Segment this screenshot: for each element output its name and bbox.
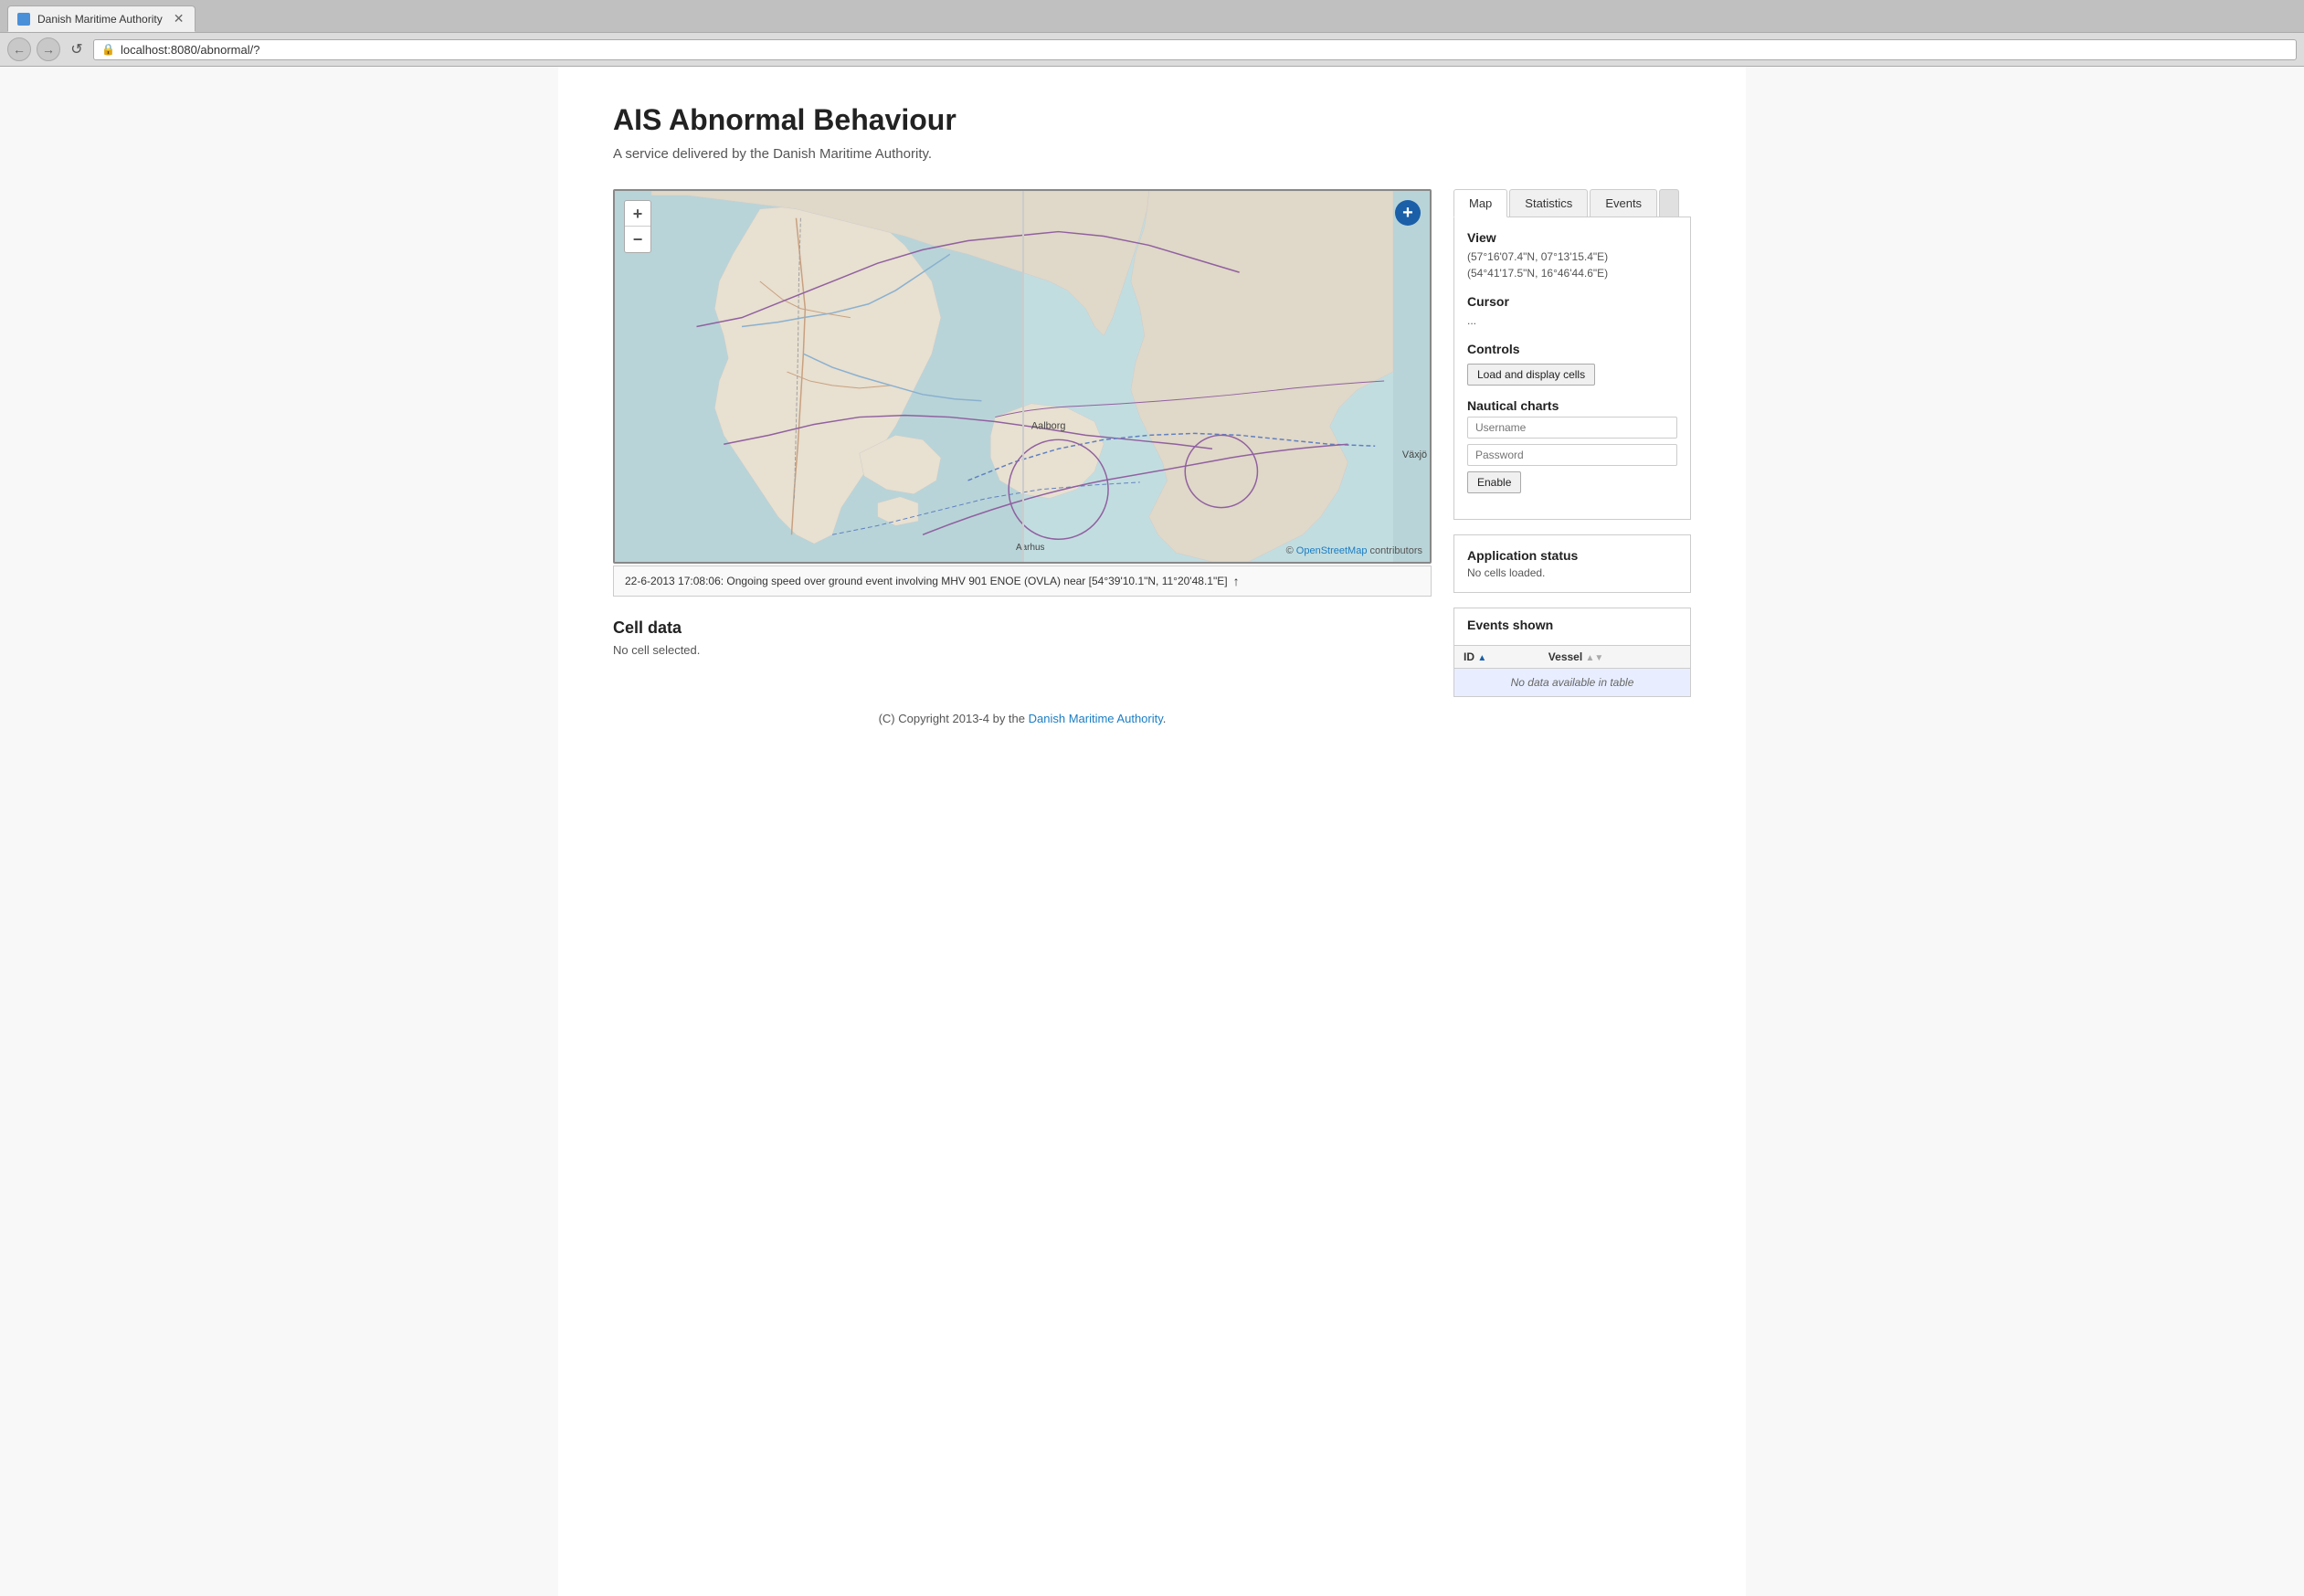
events-shown-title: Events shown — [1467, 618, 1677, 632]
panel-body: View (57°16'07.4"N, 07°13'15.4"E) (54°41… — [1453, 217, 1691, 520]
zoom-in-button[interactable]: + — [625, 201, 650, 227]
events-table: ID ▲ Vessel ▲▼ No dat — [1454, 645, 1690, 696]
page-footer: (C) Copyright 2013-4 by the Danish Marit… — [613, 712, 1432, 725]
tab-favicon — [17, 13, 30, 26]
zoom-out-button[interactable]: − — [625, 227, 650, 252]
right-panel: Map Statistics Events View (57°16'07.4"N… — [1453, 189, 1691, 697]
controls-title: Controls — [1467, 342, 1677, 356]
page-title: AIS Abnormal Behaviour — [613, 103, 1691, 137]
map-attribution: © OpenStreetMap contributors — [1286, 545, 1422, 556]
map-divider — [1022, 191, 1024, 562]
nautical-charts-title: Nautical charts — [1467, 398, 1677, 413]
no-data-cell: No data available in table — [1454, 669, 1690, 697]
map-zoom-controls[interactable]: + − — [624, 200, 651, 253]
cell-data-value: No cell selected. — [613, 643, 1432, 657]
sort-asc-icon: ▲ — [1477, 653, 1486, 663]
browser-tab[interactable]: Danish Maritime Authority ✕ — [7, 5, 196, 32]
tab-map[interactable]: Map — [1453, 189, 1507, 217]
controls-section: Controls Load and display cells — [1467, 342, 1677, 386]
sort-vessel-icon: ▲▼ — [1586, 653, 1604, 663]
browser-toolbar: ← → ↺ 🔒 localhost:8080/abnormal/? — [0, 32, 2304, 66]
footer-link[interactable]: Danish Maritime Authority — [1029, 712, 1163, 725]
address-bar[interactable]: 🔒 localhost:8080/abnormal/? — [93, 39, 2297, 60]
events-shown-section: Events shown ID ▲ Vessel — [1453, 608, 1691, 697]
event-arrow: ↑ — [1233, 574, 1240, 588]
view-section: View (57°16'07.4"N, 07°13'15.4"E) (54°41… — [1467, 230, 1677, 281]
main-layout: Aalborg Aarhus Horsens Vejle Kolding Esb… — [613, 189, 1691, 725]
map-container[interactable]: Aalborg Aarhus Horsens Vejle Kolding Esb… — [613, 189, 1432, 564]
no-data-row: No data available in table — [1454, 669, 1690, 697]
page-subtitle: A service delivered by the Danish Mariti… — [613, 146, 1691, 162]
openstreetmap-link[interactable]: OpenStreetMap — [1296, 545, 1368, 556]
events-shown-header: Events shown — [1454, 608, 1690, 645]
cursor-value: ... — [1467, 312, 1677, 329]
username-input[interactable] — [1467, 417, 1677, 439]
enable-button[interactable]: Enable — [1467, 471, 1521, 493]
tab-bar: Danish Maritime Authority ✕ — [0, 0, 2304, 32]
events-col-id[interactable]: ID ▲ — [1454, 646, 1539, 669]
app-status-value: No cells loaded. — [1467, 566, 1677, 579]
page-content: AIS Abnormal Behaviour A service deliver… — [558, 67, 1746, 1596]
events-table-header-row: ID ▲ Vessel ▲▼ — [1454, 646, 1690, 669]
footer-text-after: . — [1163, 712, 1167, 725]
map-column: Aalborg Aarhus Horsens Vejle Kolding Esb… — [613, 189, 1432, 725]
tab-events[interactable]: Events — [1590, 189, 1657, 217]
event-bar: 22-6-2013 17:08:06: Ongoing speed over g… — [613, 565, 1432, 597]
cursor-section: Cursor ... — [1467, 294, 1677, 329]
password-input[interactable] — [1467, 444, 1677, 466]
load-display-cells-button[interactable]: Load and display cells — [1467, 364, 1595, 386]
view-line1: (57°16'07.4"N, 07°13'15.4"E) — [1467, 248, 1677, 265]
svg-text:Aarhus: Aarhus — [1016, 543, 1044, 553]
cell-data-title: Cell data — [613, 618, 1432, 638]
browser-chrome: Danish Maritime Authority ✕ ← → ↺ 🔒 loca… — [0, 0, 2304, 67]
panel-tabs: Map Statistics Events — [1453, 189, 1691, 217]
col-id-label: ID — [1464, 650, 1474, 663]
map-plus-button[interactable]: + — [1395, 200, 1421, 226]
tab-close-button[interactable]: ✕ — [174, 11, 185, 26]
reload-button[interactable]: ↺ — [66, 38, 88, 60]
app-status-title: Application status — [1467, 548, 1677, 563]
forward-button[interactable]: → — [37, 37, 60, 61]
tab-statistics[interactable]: Statistics — [1509, 189, 1588, 217]
cursor-title: Cursor — [1467, 294, 1677, 309]
back-button[interactable]: ← — [7, 37, 31, 61]
event-text: 22-6-2013 17:08:06: Ongoing speed over g… — [625, 575, 1228, 587]
app-status-section: Application status No cells loaded. — [1453, 534, 1691, 593]
footer-text-before: (C) Copyright 2013-4 by the — [879, 712, 1029, 725]
url-text: localhost:8080/abnormal/? — [121, 43, 260, 57]
svg-text:Aalborg: Aalborg — [1031, 420, 1065, 431]
col-vessel-label: Vessel — [1548, 650, 1582, 663]
events-col-vessel[interactable]: Vessel ▲▼ — [1539, 646, 1690, 669]
cell-data-section: Cell data No cell selected. — [613, 618, 1432, 657]
view-title: View — [1467, 230, 1677, 245]
view-line2: (54°41'17.5"N, 16°46'44.6"E) — [1467, 265, 1677, 281]
tab-extra[interactable] — [1659, 189, 1679, 217]
svg-text:Växjö: Växjö — [1402, 449, 1427, 460]
page-icon: 🔒 — [101, 43, 115, 56]
page-wrapper: AIS Abnormal Behaviour A service deliver… — [0, 67, 2304, 1596]
attribution-text: contributors — [1370, 545, 1422, 556]
tab-title: Danish Maritime Authority — [37, 13, 163, 26]
nautical-charts-section: Nautical charts Enable — [1467, 398, 1677, 493]
